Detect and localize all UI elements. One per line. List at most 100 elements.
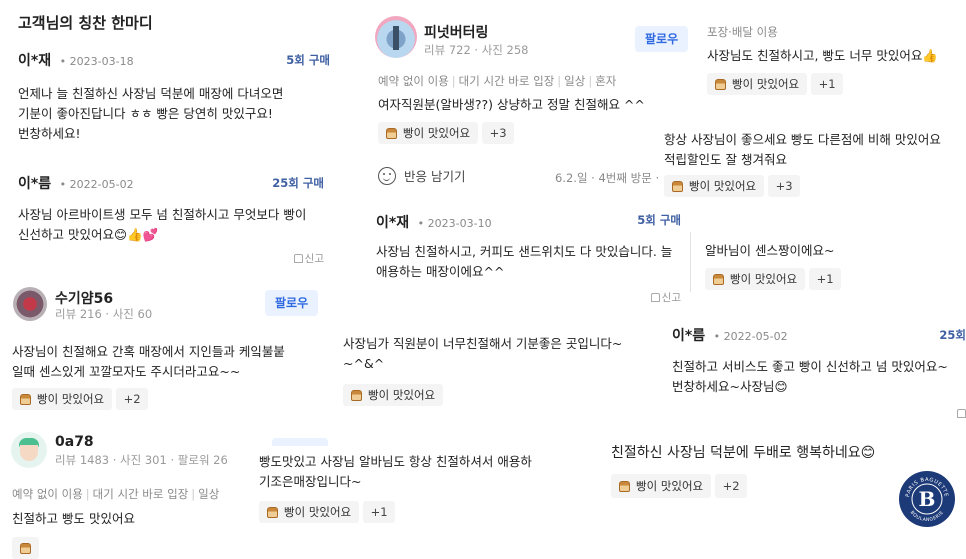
follow-button[interactable]: 팔로우	[635, 26, 689, 52]
avatar	[11, 432, 47, 468]
review-line: 항상 사장님이 좋으세요 빵도 다른점에 비해 맛있어요	[664, 132, 941, 147]
tag-sep: |	[557, 74, 562, 88]
review-line: 사장님가 직원분이 너무친절해서 기분좋은 곳입니다~	[343, 336, 623, 351]
review-text: 사장님 친절하시고, 커피도 샌드위치도 다 맛있습니다. 늘 애용하는 매장이…	[376, 242, 681, 282]
reviewer-name: 0a78	[55, 434, 94, 450]
chip-label: 빵이 맛있어요	[368, 388, 436, 402]
bread-icon	[386, 127, 397, 139]
chip-label: 빵이 맛있어요	[37, 392, 105, 406]
review-line: 기분이 좋아진답니다 ㅎㅎ 빵은 당연히 맛있구요!	[18, 106, 273, 121]
chip-label: 빵이 맛있어요	[284, 505, 352, 519]
tag-sep: |	[85, 487, 90, 501]
more-keywords[interactable]: +3	[482, 122, 515, 144]
report-button[interactable]: 신고	[293, 251, 324, 266]
keyword-chip	[12, 537, 39, 559]
report-icon	[650, 293, 660, 302]
review-date: 2023-03-10	[427, 217, 492, 230]
more-keywords[interactable]: +2	[715, 474, 748, 498]
chip-label: 빵이 맛있어요	[732, 77, 800, 91]
visit-tag: 일상	[564, 74, 586, 88]
chip-label: 빵이 맛있어요	[636, 479, 704, 493]
date-sep: •	[56, 178, 70, 191]
purchase-count: 25회 구매	[272, 176, 324, 190]
report-icon	[957, 409, 966, 418]
review-card-12: 이*름 • 2022-05-02 25회 친절하고 서비스도 좋고 빵이 신선하…	[672, 325, 966, 425]
bread-icon	[672, 180, 683, 192]
visit-tag: 혼자	[595, 74, 617, 88]
report-button[interactable]: 신고	[650, 290, 681, 305]
more-keywords[interactable]: +1	[811, 73, 844, 95]
review-card-6: 이*재 • 2023-03-10 5회 구매 사장님 친절하시고, 커피도 샌드…	[376, 212, 681, 304]
review-line: 번창하세요~사장님😊	[672, 379, 788, 394]
review-text: 사장님이 친절해요 간혹 매장에서 지인들과 케잌불붙 일때 센스있게 꼬깔모자…	[12, 342, 332, 382]
report-label: 신고	[304, 253, 324, 265]
keyword-chip: 빵이 맛있어요	[664, 175, 765, 197]
review-text: 사장님가 직원분이 너무친절해서 기분좋은 곳입니다~ ~^&^	[343, 334, 665, 374]
chip-label: 빵이 맛있어요	[689, 179, 757, 193]
reviewer-stats: 리뷰 1483 · 사진 301 · 팔로워 26	[55, 453, 228, 467]
follow-button[interactable]: 팔로우	[265, 290, 319, 316]
review-date: 2022-05-02	[69, 178, 134, 191]
review-text: 사장님도 친절하시고, 빵도 너무 맛있어요👍	[707, 48, 938, 63]
more-keywords[interactable]: +1	[363, 501, 396, 523]
keyword-chip: 빵이 맛있어요	[705, 268, 806, 290]
keyword-row: 빵이 맛있어요 +1	[707, 73, 844, 95]
review-text: 친절하고 빵도 맛있어요	[12, 511, 135, 526]
react-label: 반응 남기기	[404, 169, 466, 184]
keyword-row: 빵이 맛있어요	[343, 384, 444, 406]
keyword-row: 빵이 맛있어요 +3	[378, 122, 515, 144]
keyword-row: 빵이 맛있어요 +1	[259, 501, 396, 523]
review-line: ~^&^	[343, 356, 385, 371]
review-line: 친절하고 서비스도 좋고 빵이 신선하고 넘 맛있어요~	[672, 359, 948, 374]
logo-svg: PARIS BAGUETTE BOULANGERIE B	[899, 471, 955, 527]
react-button[interactable]: 반응 남기기	[378, 166, 465, 185]
bread-icon	[715, 78, 726, 90]
review-card-2: 이*름 • 2022-05-02 25회 구매 사장님 아르바이트생 모두 넘 …	[18, 173, 330, 265]
review-text: 언제나 늘 친절하신 사장님 덕분에 매장에 다녀오면 기분이 좋아진답니다 ㅎ…	[18, 84, 330, 144]
paris-baguette-logo: PARIS BAGUETTE BOULANGERIE B	[898, 470, 956, 528]
reviewer-name: 이*름	[18, 176, 52, 192]
keyword-chip: 빵이 맛있어요	[12, 388, 113, 410]
bread-icon	[20, 393, 31, 405]
follow-button-partial[interactable]	[272, 438, 328, 446]
date-sep: •	[414, 217, 428, 230]
bread-icon	[619, 480, 630, 492]
review-text: 알바님이 센스짱이에요~	[705, 243, 835, 258]
logo-letter: B	[919, 487, 936, 511]
report-icon	[293, 254, 303, 263]
visit-tag: 일상	[198, 487, 220, 501]
report-button[interactable]	[957, 409, 966, 418]
keyword-chip: 빵이 맛있어요	[611, 474, 712, 498]
review-line: 사장님 친절하시고, 커피도 샌드위치도 다 맛있습니다. 늘	[376, 244, 673, 259]
review-card-1: 이*재 • 2023-03-18 5회 구매 언제나 늘 친절하신 사장님 덕분…	[18, 50, 330, 141]
more-keywords[interactable]: +3	[768, 175, 801, 197]
visit-tags: 예약 없이 이용 | 대기 시간 바로 입장 | 일상 | 혼자	[378, 73, 616, 89]
visit-info: 6.2.일 · 4번째 방문 ·	[555, 171, 660, 185]
visit-tag: 대기 시간 바로 입장	[458, 74, 555, 88]
tag-sep: |	[451, 74, 456, 88]
keyword-chip: 빵이 맛있어요	[378, 122, 479, 144]
keyword-row	[12, 537, 39, 559]
review-text: 친절하고 서비스도 좋고 빵이 신선하고 넘 맛있어요~ 번창하세요~사장님😊	[672, 357, 966, 397]
keyword-chip: 빵이 맛있어요	[259, 501, 360, 523]
more-keywords[interactable]: +2	[116, 388, 149, 410]
keyword-chip: 빵이 맛있어요	[707, 73, 808, 95]
report-label: 신고	[661, 292, 681, 304]
tag-sep: |	[191, 487, 196, 501]
bread-icon	[351, 389, 362, 401]
keyword-row: 빵이 맛있어요 +2	[611, 474, 748, 498]
more-keywords[interactable]: +1	[809, 268, 842, 290]
tag-sep: |	[588, 74, 593, 88]
review-date: 2022-05-02	[723, 330, 788, 343]
purchase-count: 25회	[939, 328, 966, 342]
avatar	[375, 16, 417, 58]
reviewer-stats: 리뷰 722 · 사진 258	[424, 43, 529, 57]
review-line: 적립할인도 잘 챙겨줘요	[664, 152, 787, 167]
review-text: 항상 사장님이 좋으세요 빵도 다른점에 비해 맛있어요 적립할인도 잘 챙겨줘…	[664, 130, 964, 170]
reviewer-name: 이*재	[376, 215, 410, 231]
review-text: 사장님 아르바이트생 모두 넘 친절하시고 무엇보다 빵이 신선하고 맛있어요😊…	[18, 205, 330, 245]
review-line: 신선하고 맛있어요😊👍💕	[18, 227, 159, 242]
reply-divider	[690, 232, 691, 292]
visit-tag: 대기 시간 바로 입장	[92, 487, 189, 501]
review-text: 여자직원분(알바생??) 상냥하고 정말 친절해요 ^^	[378, 97, 645, 112]
